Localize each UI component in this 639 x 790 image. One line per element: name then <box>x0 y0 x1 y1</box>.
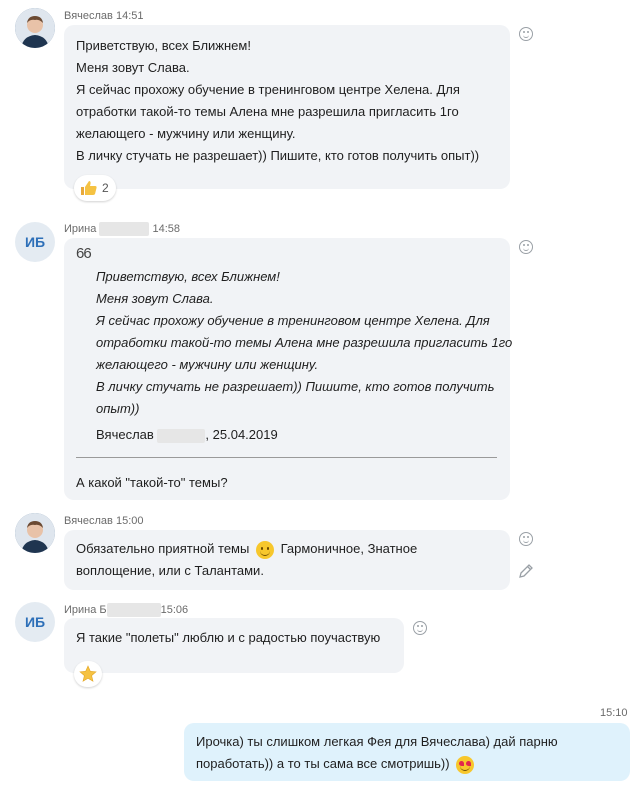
reaction-badge[interactable]: 2 <box>74 175 116 201</box>
add-reaction-icon[interactable] <box>519 532 533 546</box>
author-name[interactable]: Ирина <box>64 223 96 235</box>
message-meta: Ирина 14:58 <box>64 222 180 236</box>
quote-line: желающего - мужчину или женщину. <box>96 357 319 372</box>
message-line: Я такие "полеты" люблю и с радостью поуч… <box>76 630 381 645</box>
message-line: Ирочка) ты слишком легкая Фея для Вячесл… <box>196 734 558 749</box>
thumbs-up-icon <box>81 181 97 195</box>
message-line: Меня зовут Слава. <box>76 60 190 75</box>
quote-line: В личку стучать не разрешает)) Пишите, к… <box>96 379 495 394</box>
author-name[interactable]: Ирина Б <box>64 604 107 616</box>
avatar[interactable]: ИБ <box>15 602 55 642</box>
message-line: В личку стучать не разрешает)) Пишите, к… <box>76 148 480 163</box>
message-text: Гармоничное, Знатное <box>280 541 418 556</box>
message-bubble[interactable]: 66 Приветствую, всех Ближнем! Меня зовут… <box>64 238 513 500</box>
message-time: 14:51 <box>115 10 144 22</box>
message-time: 14:58 <box>152 222 181 235</box>
avatar[interactable] <box>15 513 55 553</box>
quote-source: Вячеслав , 25.04.2019 <box>96 424 498 446</box>
quote-line: опыт)) <box>96 401 140 416</box>
message-meta: Ирина Б 15:06 <box>64 603 188 617</box>
add-reaction-icon[interactable] <box>413 621 427 635</box>
quote-line: Я сейчас прохожу обучение в тренинговом … <box>96 313 490 328</box>
star-icon <box>79 665 97 682</box>
redacted-surname <box>99 222 150 236</box>
user-photo-icon <box>15 8 55 48</box>
redacted-surname <box>157 428 206 443</box>
message-time: 15:06 <box>160 603 189 616</box>
avatar[interactable]: ИБ <box>15 222 55 262</box>
reaction-badge[interactable] <box>74 661 102 687</box>
avatar-initials: ИБ <box>24 614 46 630</box>
message-line: А какой "такой-то" темы? <box>76 475 228 490</box>
heart-eyes-emoji-icon <box>456 755 475 774</box>
add-reaction-icon[interactable] <box>519 27 533 41</box>
message-text: поработать)) а то ты сама все смотришь)) <box>196 756 450 771</box>
message-time: 15:00 <box>115 515 144 527</box>
smile-emoji-icon <box>255 540 274 559</box>
quote-author: Вячеслав <box>96 427 154 442</box>
author-name[interactable]: Вячеслав <box>64 10 113 22</box>
message-bubble[interactable]: Приветствую, всех Ближнем! Меня зовут Сл… <box>64 25 510 189</box>
user-photo-icon <box>15 513 55 553</box>
message-line: отработки такой-то темы Алена мне разреш… <box>76 104 459 119</box>
message-line: Обязательно приятной темы Гармоничное, З… <box>76 538 498 560</box>
quote-divider <box>76 457 497 458</box>
quote-line: Приветствую, всех Ближнем! <box>96 269 280 284</box>
message-bubble[interactable]: Я такие "полеты" люблю и с радостью поуч… <box>64 618 404 673</box>
message-text: Обязательно приятной темы <box>76 541 250 556</box>
message-meta: Вячеслав 14:51 <box>64 10 144 22</box>
quote-icon: 66 <box>76 245 92 262</box>
message-bubble[interactable]: Обязательно приятной темы Гармоничное, З… <box>64 530 510 590</box>
quote-block: Приветствую, всех Ближнем! Меня зовут Сл… <box>96 266 513 420</box>
message-line: Приветствую, всех Ближнем! <box>76 38 251 53</box>
author-name[interactable]: Вячеслав <box>64 515 113 527</box>
quote-date: , 25.04.2019 <box>205 427 278 442</box>
message-line: поработать)) а то ты сама все смотришь)) <box>196 753 618 775</box>
message-line: воплощение, или с Талантами. <box>76 563 264 578</box>
add-reaction-icon[interactable] <box>519 240 533 254</box>
quote-line: отработки такой-то темы Алена мне разреш… <box>96 335 513 350</box>
edit-pencil-icon[interactable] <box>518 563 534 579</box>
avatar[interactable] <box>15 8 55 48</box>
message-line: Я сейчас прохожу обучение в тренинговом … <box>76 82 460 97</box>
message-line: желающего - мужчину или женщину. <box>76 126 296 141</box>
reaction-count: 2 <box>102 181 109 195</box>
avatar-initials: ИБ <box>24 234 46 250</box>
message-bubble[interactable]: Ирочка) ты слишком легкая Фея для Вячесл… <box>184 723 630 781</box>
message-time: 15:10 <box>600 707 628 719</box>
redacted-surname <box>106 603 161 617</box>
quote-line: Меня зовут Слава. <box>96 291 214 306</box>
message-meta: Вячеслав 15:00 <box>64 515 144 527</box>
